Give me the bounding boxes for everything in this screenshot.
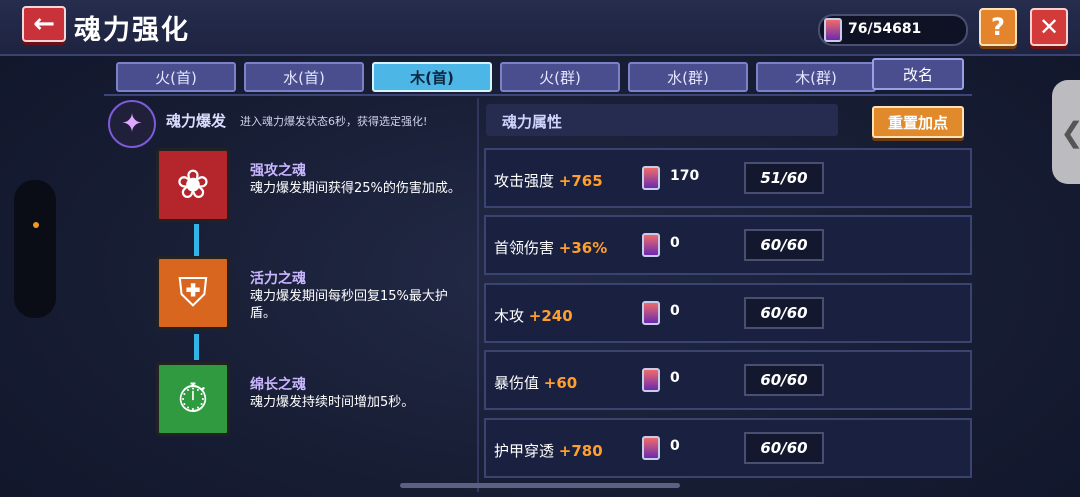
attribute-bonus: +780 <box>558 442 603 460</box>
home-indicator-bar <box>400 483 680 488</box>
red-flower-icon: ❀ <box>156 148 230 222</box>
soul-burst-title: 魂力爆发 <box>166 112 227 130</box>
attribute-cost: 0 <box>670 235 680 251</box>
skill-item-vitality[interactable]: ⛨ 活力之魂 魂力爆发期间每秒回复15%最大护盾。 <box>150 254 480 344</box>
attribute-bonus: +765 <box>558 172 603 190</box>
soul-gem-icon <box>642 233 660 257</box>
top-bar: ← 魂力强化 76/54681 ? ✕ <box>0 0 1080 56</box>
help-button[interactable]: ? <box>979 8 1017 46</box>
close-button[interactable]: ✕ <box>1030 8 1068 46</box>
tab-wood-single[interactable]: 木(首) <box>372 62 492 92</box>
attribute-level-button[interactable]: 60/60 <box>744 229 824 261</box>
soul-gem-icon <box>642 166 660 190</box>
currency-value: 76/54681 <box>848 21 922 37</box>
panel-divider <box>477 98 479 492</box>
chevron-left-icon: ❮ <box>1060 116 1080 149</box>
tab-wood-group[interactable]: 木(群) <box>756 62 876 92</box>
attribute-level-button[interactable]: 51/60 <box>744 162 824 194</box>
attribute-name: 木攻 +240 <box>494 307 573 325</box>
back-button[interactable]: ← <box>22 6 66 42</box>
attribute-row-wood-attack: 木攻 +240 0 60/60 <box>484 283 972 343</box>
clock-icon: ⏱ <box>156 362 230 436</box>
soul-gem-icon <box>642 301 660 325</box>
attribute-cost: 0 <box>670 303 680 319</box>
tab-divider <box>104 94 972 96</box>
tab-fire-group[interactable]: 火(群) <box>500 62 620 92</box>
attribute-name: 首领伤害 +36% <box>494 239 608 257</box>
attribute-bonus: +36% <box>558 239 608 257</box>
tab-water-single[interactable]: 水(首) <box>244 62 364 92</box>
left-side-handle[interactable] <box>14 180 56 318</box>
soul-gem-icon <box>642 368 660 392</box>
shield-icon: ⛨ <box>156 256 230 330</box>
attribute-cost: 0 <box>670 370 680 386</box>
tab-fire-single[interactable]: 火(首) <box>116 62 236 92</box>
soul-gem-icon <box>824 18 842 42</box>
back-arrow-icon: ← <box>33 9 55 39</box>
indicator-dot <box>33 222 39 228</box>
soul-burst-icon: ✦ <box>108 100 156 148</box>
attribute-row-boss-damage: 首领伤害 +36% 0 60/60 <box>484 215 972 275</box>
soul-burst-header: ✦ 魂力爆发 进入魂力爆发状态6秒，获得选定强化! <box>106 98 474 148</box>
skill-name: 强攻之魂 <box>250 163 306 179</box>
skill-name: 绵长之魂 <box>250 377 306 393</box>
page-title: 魂力强化 <box>74 15 190 46</box>
attribute-bonus: +60 <box>543 374 578 392</box>
attribute-row-crit-damage: 暴伤值 +60 0 60/60 <box>484 350 972 410</box>
attribute-name: 护甲穿透 +780 <box>494 442 603 460</box>
attribute-bonus: +240 <box>528 307 573 325</box>
attribute-name: 暴伤值 +60 <box>494 374 578 392</box>
soul-currency-display: 76/54681 <box>818 14 968 46</box>
tab-water-group[interactable]: 水(群) <box>628 62 748 92</box>
side-panel-toggle[interactable]: ❮ <box>1052 80 1080 184</box>
reset-points-button[interactable]: 重置加点 <box>872 106 964 138</box>
attribute-cost: 170 <box>670 168 700 184</box>
rename-button[interactable]: 改名 <box>872 58 964 90</box>
attribute-level-button[interactable]: 60/60 <box>744 432 824 464</box>
attribute-level-button[interactable]: 60/60 <box>744 297 824 329</box>
skill-description: 魂力爆发期间每秒回复15%最大护盾。 <box>250 289 448 321</box>
attribute-cost: 0 <box>670 438 680 454</box>
skill-name: 活力之魂 <box>250 271 306 287</box>
skill-description: 魂力爆发期间获得25%的伤害加成。 <box>250 181 461 196</box>
attribute-level-button[interactable]: 60/60 <box>744 364 824 396</box>
skill-item-endurance[interactable]: ⏱ 绵长之魂 魂力爆发持续时间增加5秒。 <box>150 360 480 450</box>
skill-description: 魂力爆发持续时间增加5秒。 <box>250 395 415 410</box>
soul-burst-description: 进入魂力爆发状态6秒，获得选定强化! <box>240 115 428 128</box>
skill-item-strong-attack[interactable]: ❀ 强攻之魂 魂力爆发期间获得25%的伤害加成。 <box>150 146 480 236</box>
attribute-row-attack: 攻击强度 +765 170 51/60 <box>484 148 972 208</box>
attributes-header: 魂力属性 <box>486 104 838 136</box>
attributes-title: 魂力属性 <box>502 113 563 131</box>
soul-gem-icon <box>642 436 660 460</box>
attribute-row-armor-penetration: 护甲穿透 +780 0 60/60 <box>484 418 972 478</box>
attribute-name: 攻击强度 +765 <box>494 172 603 190</box>
